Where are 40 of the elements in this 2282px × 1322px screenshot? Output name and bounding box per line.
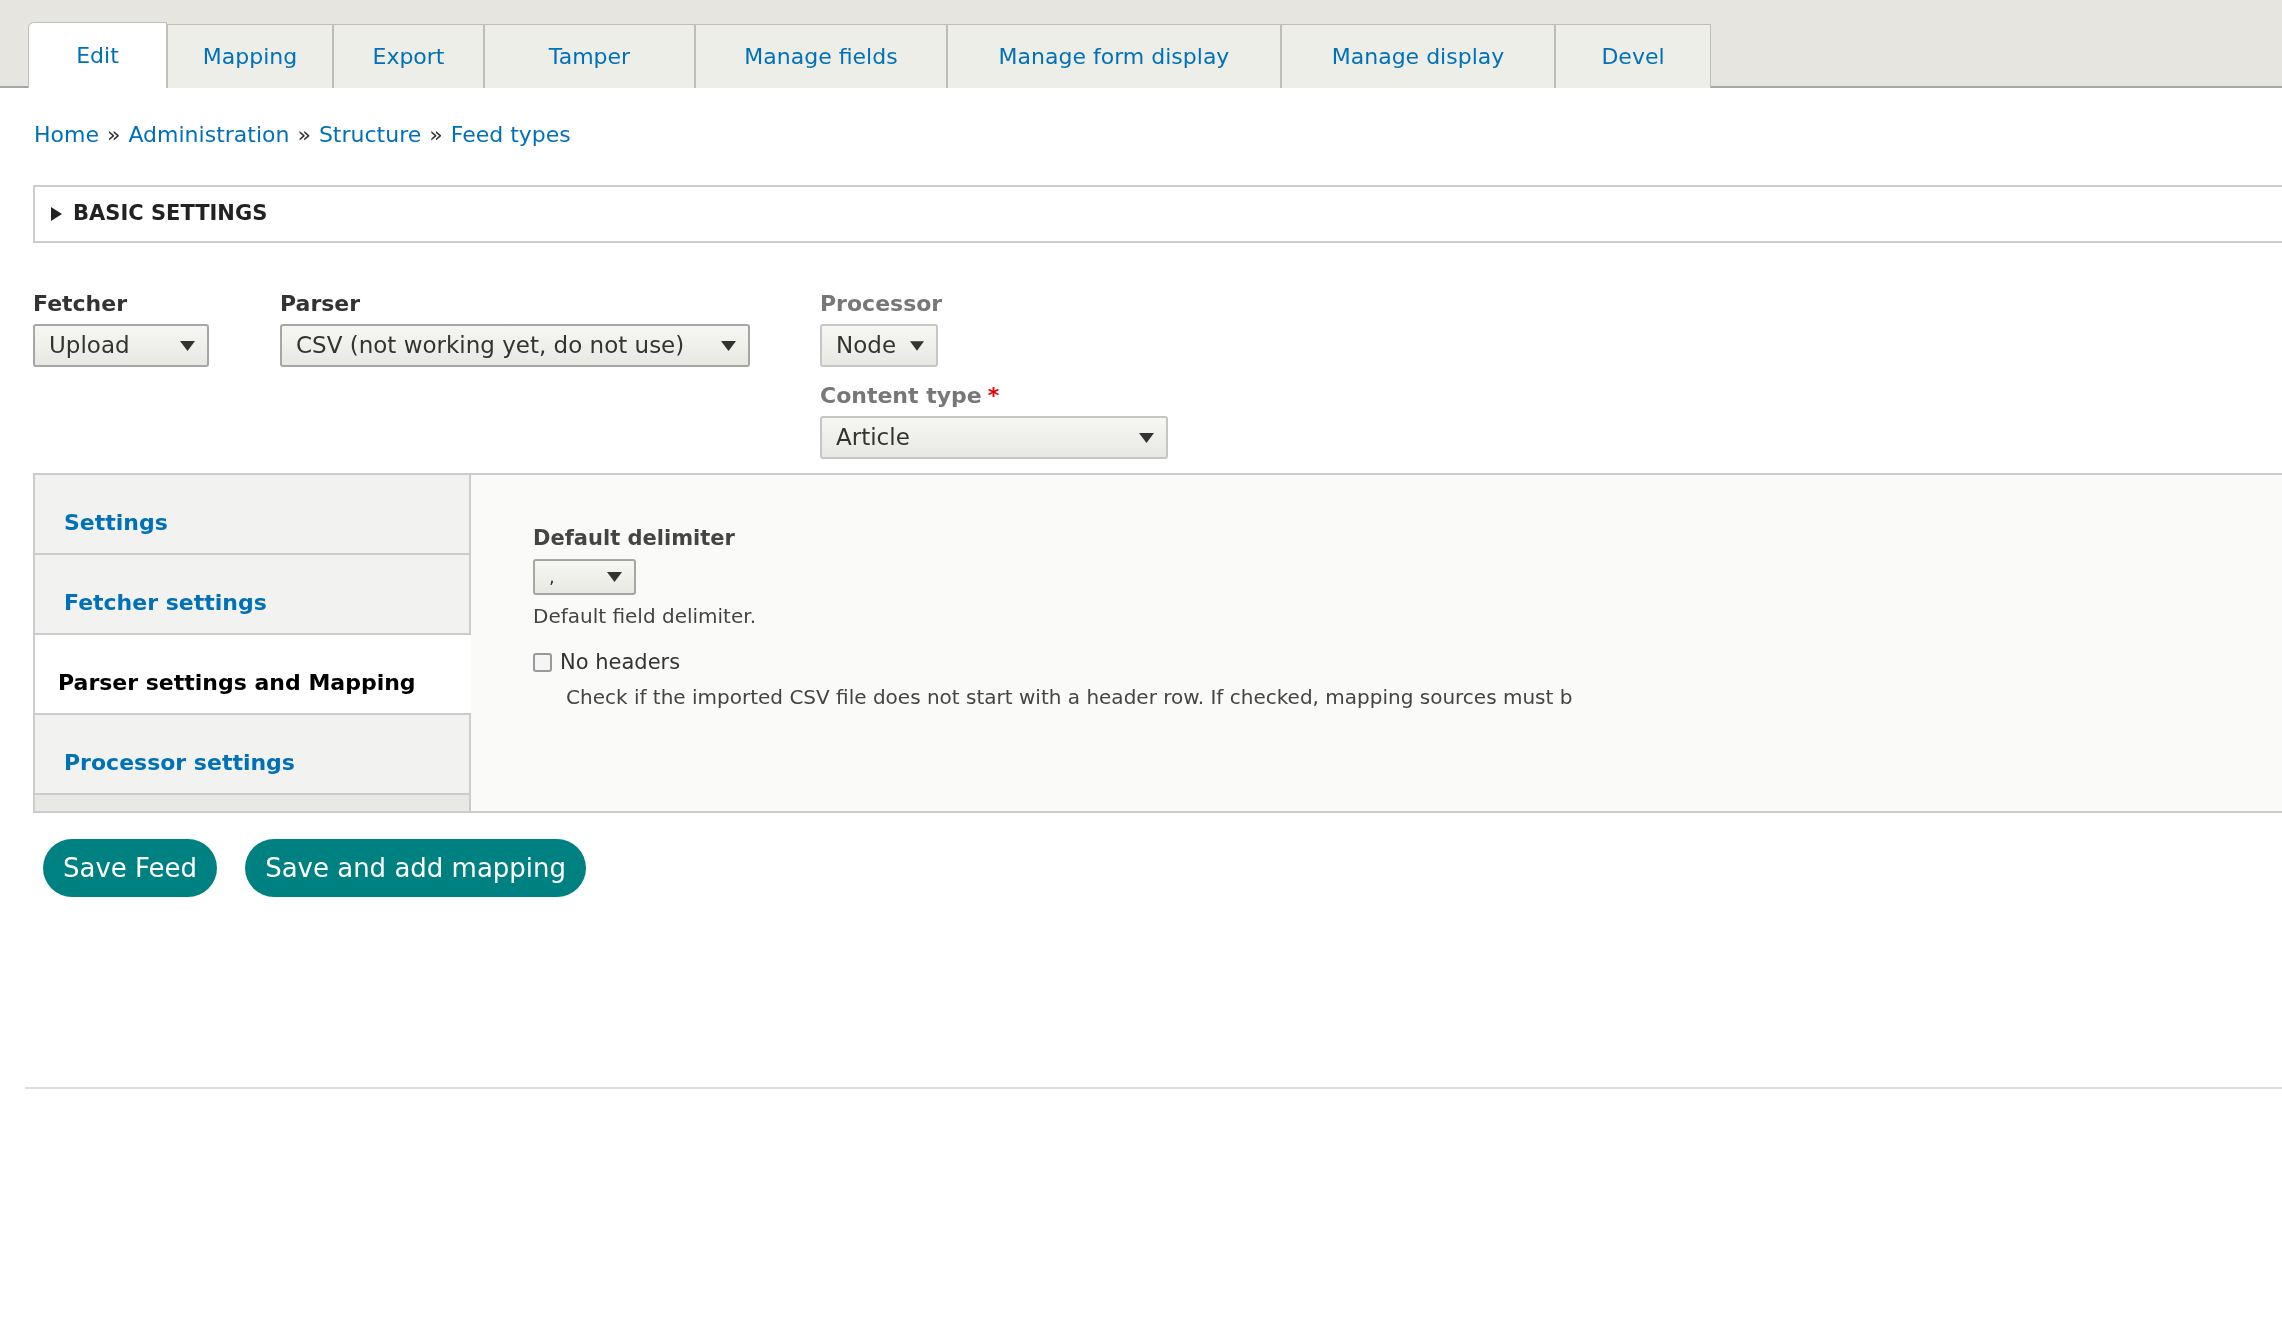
vertical-tab[interactable]: Fetcher settings (35, 555, 469, 635)
tab[interactable]: Edit (28, 22, 167, 88)
field-label: Parser (280, 291, 361, 316)
tab[interactable]: Export (333, 24, 484, 88)
select-field[interactable]: CSV (not working yet, do not use) (280, 324, 750, 367)
checkbox-label[interactable]: No headers (560, 646, 681, 678)
caret-icon (910, 340, 924, 351)
field-label: Content type (820, 383, 982, 408)
submit-button[interactable]: Save and add mapping (245, 839, 587, 897)
breadcrumb-link[interactable]: Structure (318, 118, 422, 151)
submit-button[interactable]: Save Feed (43, 839, 218, 897)
breadcrumb-link[interactable]: Feed types (450, 118, 571, 151)
caret-icon (180, 340, 195, 351)
vertical-tab[interactable]: Parser settings and Mapping (35, 635, 471, 715)
vertical-tab[interactable]: Processor settings (35, 715, 469, 795)
tab[interactable]: Manage form display (947, 24, 1281, 88)
checkbox[interactable] (533, 652, 552, 672)
caret-icon (607, 571, 622, 582)
details-summary[interactable]: BASIC SETTINGS (73, 198, 268, 230)
field-description: Check if the imported CSV file does not start with a header row. If checked, mapping sources must b (566, 684, 1573, 711)
field-label: Fetcher (33, 291, 128, 316)
tab[interactable]: Devel (1555, 24, 1711, 88)
field-description: Default field delimiter. (533, 602, 757, 630)
breadcrumb-separator: » (429, 121, 443, 149)
select-field[interactable]: , (533, 558, 636, 595)
tab[interactable]: Manage display (1281, 24, 1555, 88)
required-mark: * (987, 383, 1000, 408)
breadcrumb-link[interactable]: Home (34, 118, 99, 151)
vertical-tab[interactable]: Settings (35, 475, 469, 555)
breadcrumb-separator: » (297, 121, 311, 149)
tab[interactable]: Mapping (167, 24, 333, 88)
field-label: Default delimiter (533, 525, 736, 552)
tab[interactable]: Tamper (484, 24, 695, 88)
tab[interactable]: Manage fields (695, 24, 947, 88)
field-label: Processor (820, 291, 943, 316)
breadcrumb-link[interactable]: Administration (128, 118, 290, 151)
caret-icon (1139, 432, 1154, 443)
breadcrumb-separator: » (106, 121, 121, 149)
caret-icon (721, 340, 736, 351)
select-field[interactable]: Upload (33, 324, 209, 367)
